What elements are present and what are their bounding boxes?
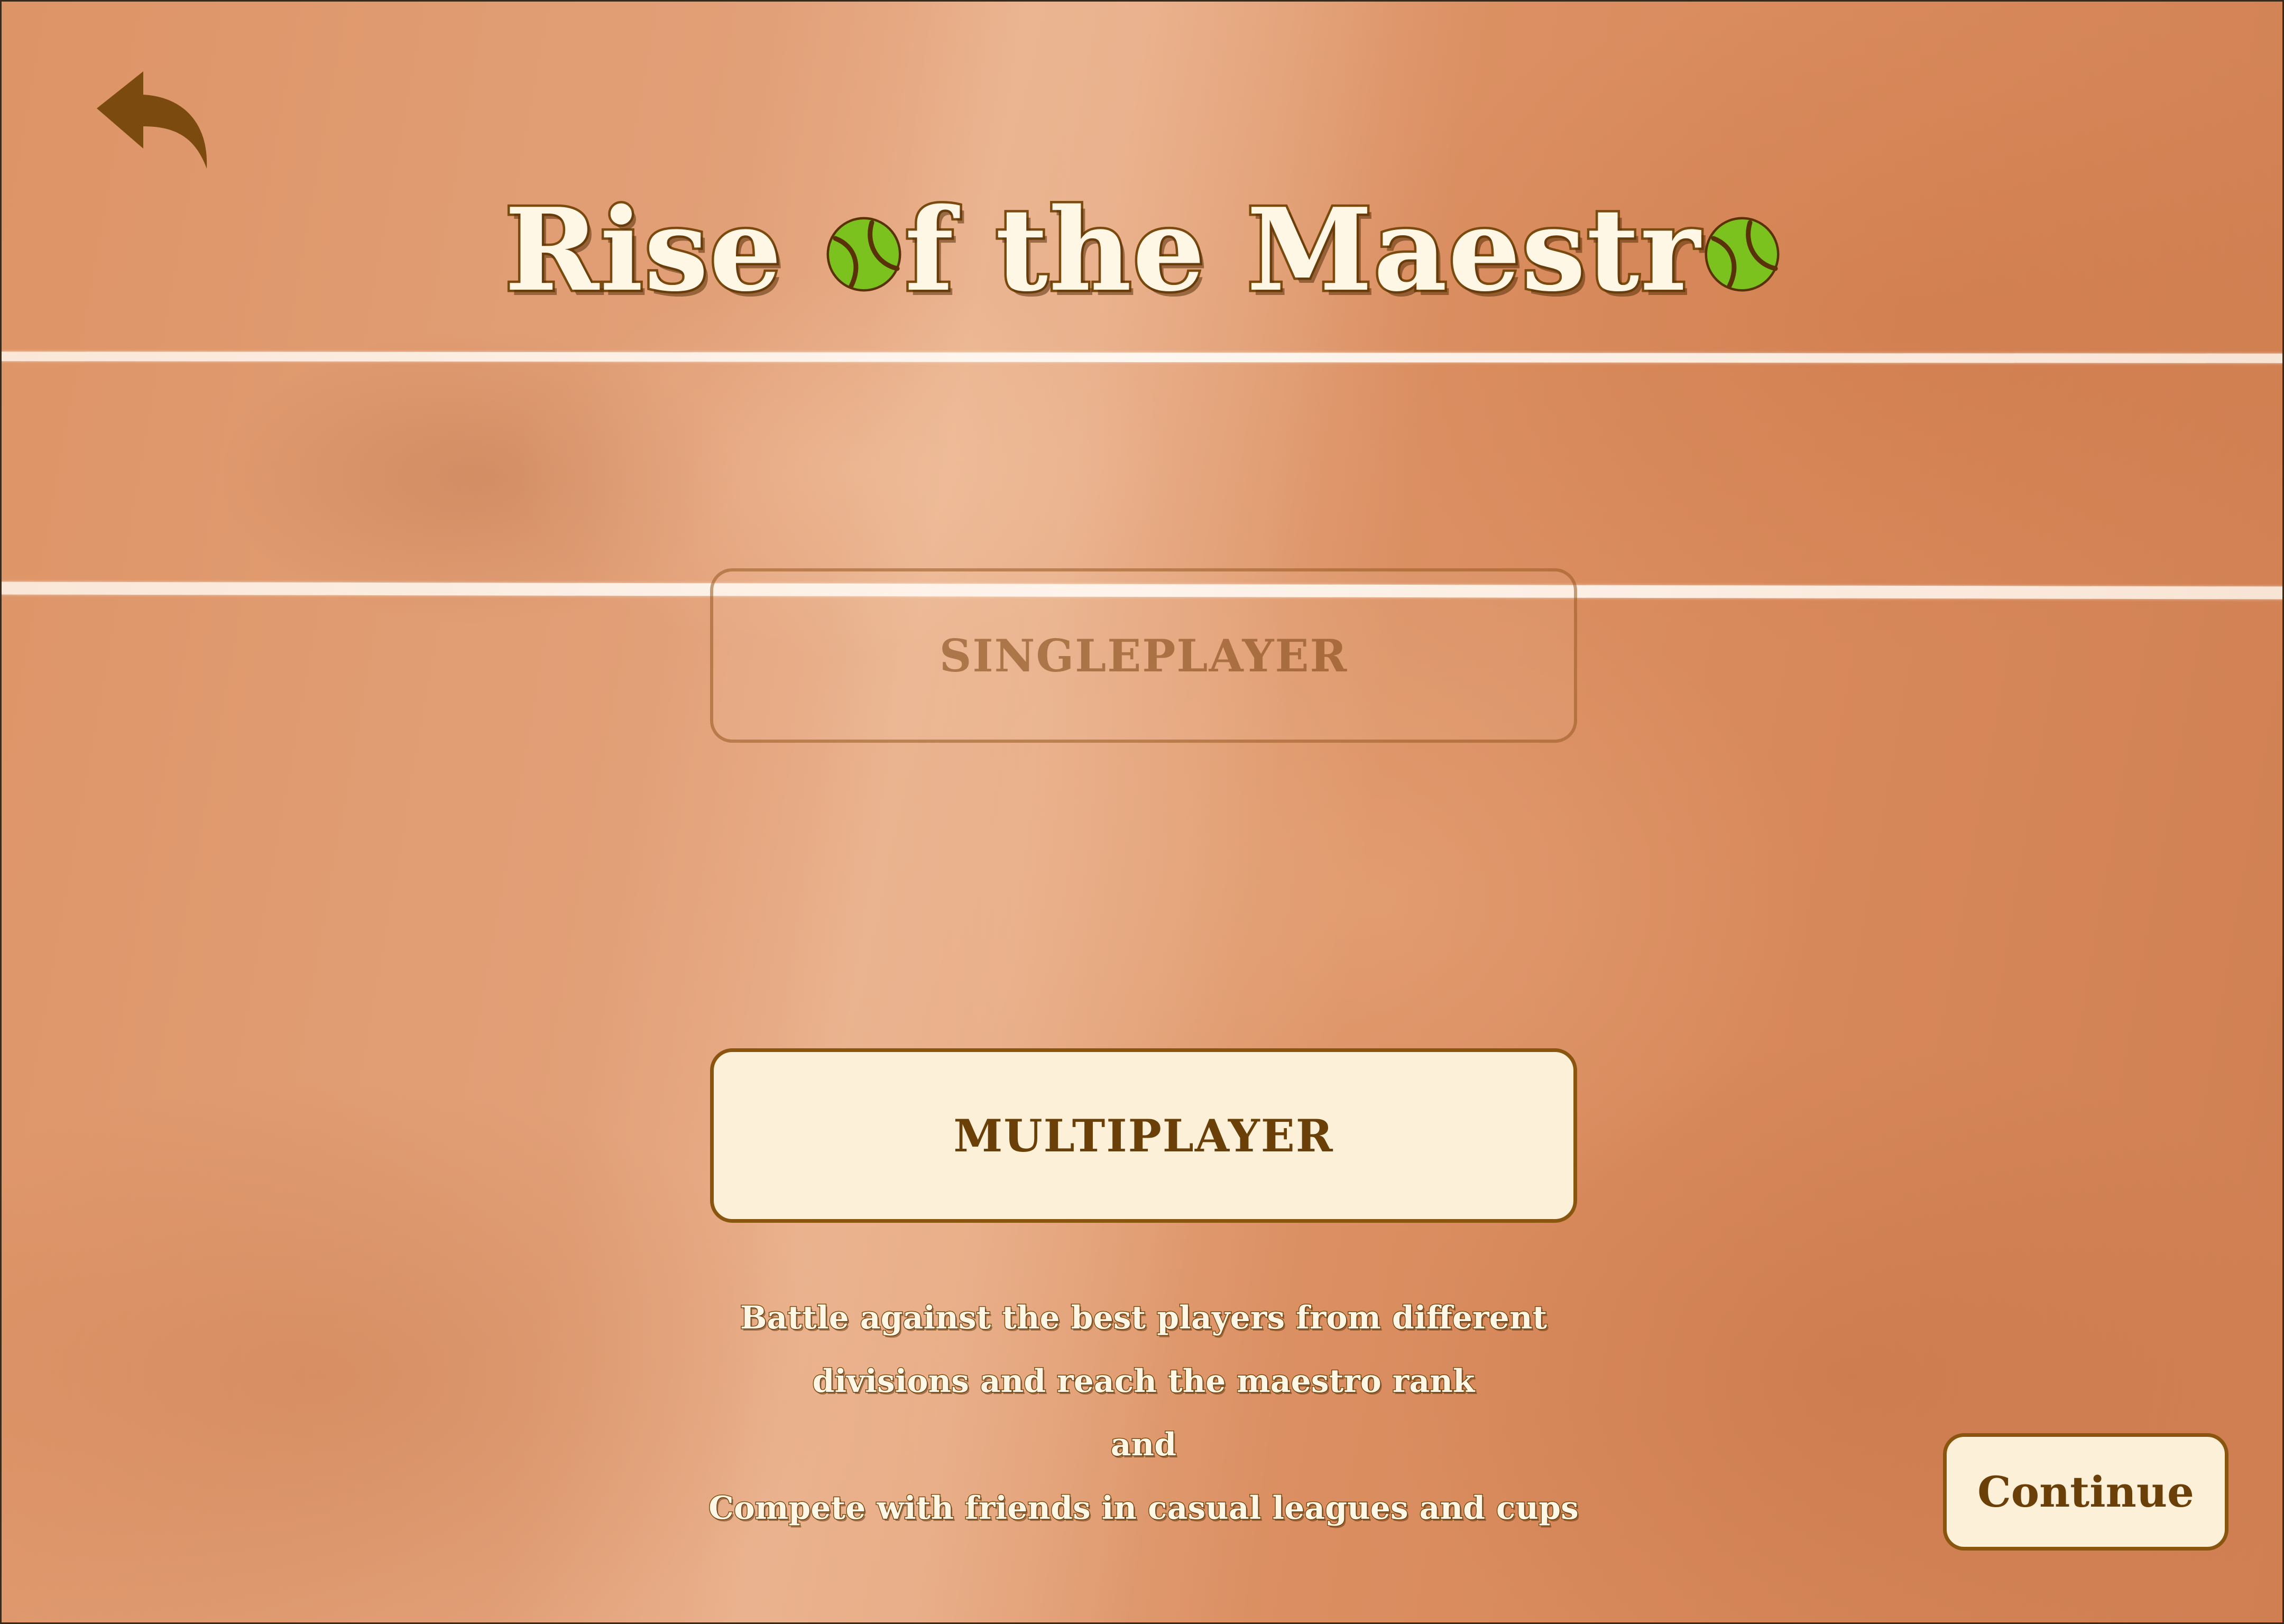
multiplayer-label: MULTIPLAYER — [953, 1109, 1334, 1162]
description-line: and — [1110, 1426, 1177, 1464]
multiplayer-button[interactable]: MULTIPLAYER — [710, 1048, 1577, 1223]
description-line: Battle against the best players from dif… — [739, 1299, 1548, 1337]
tennis-ball-icon — [824, 215, 904, 294]
court-line-top — [2, 352, 2282, 363]
game-title: Rise f the Maestr — [2, 181, 2282, 319]
back-button[interactable] — [91, 65, 213, 171]
game-screen: Rise f the Maestr SINGLEPLAYER MULTIPLAY… — [0, 0, 2284, 1624]
description-line: Compete with friends in casual leagues a… — [708, 1489, 1580, 1528]
title-text-middle: f the Maestr — [902, 181, 1702, 319]
singleplayer-label: SINGLEPLAYER — [939, 629, 1348, 682]
description-line: divisions and reach the maestro rank — [812, 1362, 1476, 1401]
singleplayer-button[interactable]: SINGLEPLAYER — [710, 568, 1577, 743]
title-text-start: Rise — [502, 181, 824, 319]
tennis-ball-icon — [1702, 215, 1782, 294]
back-arrow-icon — [97, 71, 207, 169]
continue-label: Continue — [1977, 1467, 2194, 1517]
mode-description: Battle against the best players from dif… — [583, 1286, 1704, 1540]
continue-button[interactable]: Continue — [1943, 1433, 2228, 1551]
